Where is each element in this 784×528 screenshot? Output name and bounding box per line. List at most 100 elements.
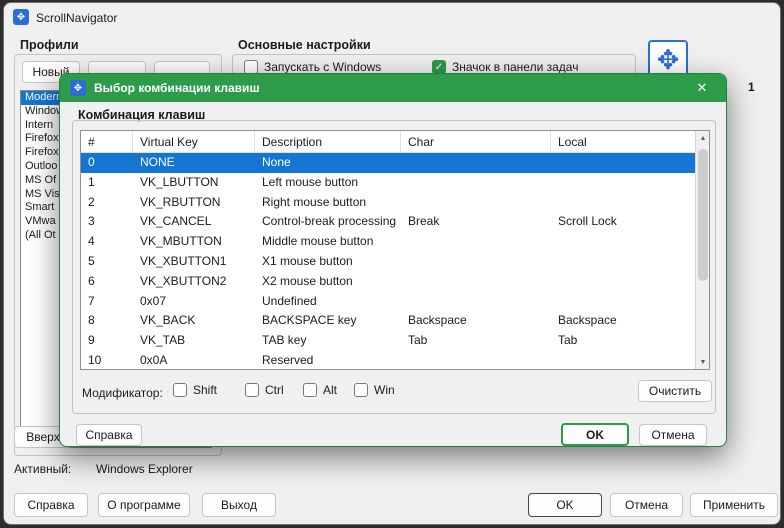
table-row[interactable]: 10 0x0A Reserved [81, 351, 697, 369]
checkbox-box: ✓ [432, 60, 446, 74]
cell: Undefined [262, 293, 317, 308]
exit-button[interactable]: Выход [202, 493, 276, 517]
checkbox-label: Значок в панели задач [452, 60, 579, 74]
scrollbar-thumb[interactable] [698, 149, 708, 281]
move-arrows-icon: ✥ [656, 44, 680, 75]
about-button[interactable]: О программе [98, 493, 190, 517]
cell: 9 [88, 333, 95, 348]
window-title: ScrollNavigator [36, 11, 118, 25]
cell: Control-break processing [262, 214, 397, 229]
screen: ✥ ScrollNavigator Профили Новый Modern W… [0, 0, 784, 528]
app-icon-glyph: ✥ [16, 11, 26, 23]
checkbox-box [245, 383, 259, 397]
cell: VK_RBUTTON [140, 194, 221, 209]
settings-group-label: Основные настройки [238, 38, 371, 52]
cell: TAB key [262, 333, 307, 348]
cell: VK_XBUTTON1 [140, 253, 227, 268]
checkbox-label: Ctrl [265, 383, 284, 397]
column-header[interactable]: Char [401, 131, 551, 153]
table-row[interactable]: 4 VK_MBUTTON Middle mouse button [81, 232, 697, 252]
modifier-win-checkbox[interactable]: Win [354, 383, 395, 397]
active-value: Windows Explorer [96, 462, 193, 476]
cell: BACKSPACE key [262, 313, 357, 328]
cell: Break [408, 214, 440, 229]
ok-button[interactable]: OK [528, 493, 602, 517]
checkbox-box [354, 383, 368, 397]
column-header[interactable]: Description [255, 131, 401, 153]
checkbox-box [303, 383, 317, 397]
cell: VK_LBUTTON [140, 174, 219, 189]
checkbox-label: Alt [323, 383, 338, 397]
checkbox-label: Shift [193, 383, 218, 397]
cell: 1 [88, 174, 95, 189]
apply-button[interactable]: Применить [690, 493, 778, 517]
run-with-windows-checkbox[interactable]: Запускать с Windows [244, 60, 381, 74]
cell: None [262, 155, 291, 169]
table-row[interactable]: 8 VK_BACK BACKSPACE key Backspace Backsp… [81, 311, 697, 331]
table-row[interactable]: 6 VK_XBUTTON2 X2 mouse button [81, 272, 697, 292]
dialog-cancel-button[interactable]: Отмена [639, 424, 707, 446]
cell: 7 [88, 293, 95, 308]
column-header[interactable]: # [81, 131, 133, 153]
cell: 3 [88, 214, 95, 229]
cell: Middle mouse button [262, 234, 374, 249]
dialog-icon: ✥ [70, 80, 86, 96]
cell: 0 [88, 155, 95, 169]
cell: 8 [88, 313, 95, 328]
checkbox-box [244, 60, 258, 74]
cancel-button[interactable]: Отмена [610, 493, 683, 517]
checkbox-label: Win [374, 383, 395, 397]
cell: 0x07 [140, 293, 167, 308]
table-row[interactable]: 9 VK_TAB TAB key Tab Tab [81, 331, 697, 351]
cell: VK_CANCEL [140, 214, 212, 229]
dialog-title: Выбор комбинации клавиш [94, 81, 260, 95]
dialog-ok-button[interactable]: OK [561, 423, 629, 446]
help-button[interactable]: Справка [14, 493, 88, 517]
dialog-titlebar[interactable]: ✥ Выбор комбинации клавиш ✕ [60, 74, 726, 102]
table-row[interactable]: 2 VK_RBUTTON Right mouse button [81, 193, 697, 213]
cell: Left mouse button [262, 174, 359, 189]
cell: VK_BACK [140, 313, 196, 328]
cell: Scroll Lock [558, 214, 617, 229]
dialog-help-button[interactable]: Справка [76, 424, 142, 446]
table-header-row: # Virtual Key Description Char Local [81, 131, 697, 153]
cell: 2 [88, 194, 95, 209]
modifier-ctrl-checkbox[interactable]: Ctrl [245, 383, 284, 397]
table-row[interactable]: 0 NONE None [81, 153, 697, 173]
modifier-alt-checkbox[interactable]: Alt [303, 383, 337, 397]
scroll-up-icon[interactable]: ▲ [696, 131, 709, 145]
cell: VK_TAB [140, 333, 186, 348]
checkbox-label: Запускать с Windows [264, 60, 382, 74]
cell: Backspace [408, 313, 467, 328]
cell: VK_XBUTTON2 [140, 273, 227, 288]
active-label: Активный: [14, 462, 72, 476]
modifier-shift-checkbox[interactable]: Shift [173, 383, 217, 397]
cell: 4 [88, 234, 95, 249]
virtual-key-table[interactable]: # Virtual Key Description Char Local 0 N… [80, 130, 710, 370]
cell: X1 mouse button [262, 253, 353, 268]
key-combination-dialog: ✥ Выбор комбинации клавиш ✕ Комбинация к… [59, 73, 727, 447]
checkbox-box [173, 383, 187, 397]
cell: NONE [140, 155, 175, 169]
table-row[interactable]: 1 VK_LBUTTON Left mouse button [81, 173, 697, 193]
cell: 6 [88, 273, 95, 288]
cell: VK_MBUTTON [140, 234, 222, 249]
taskbar-icon-checkbox[interactable]: ✓ Значок в панели задач [432, 60, 578, 74]
table-row[interactable]: 5 VK_XBUTTON1 X1 mouse button [81, 252, 697, 272]
cell: 5 [88, 253, 95, 268]
cell: Right mouse button [262, 194, 367, 209]
table-row[interactable]: 3 VK_CANCEL Control-break processing Bre… [81, 212, 697, 232]
cell: X2 mouse button [262, 273, 353, 288]
column-header[interactable]: Virtual Key [133, 131, 255, 153]
scroll-down-icon[interactable]: ▼ [696, 355, 709, 369]
cell: Backspace [558, 313, 617, 328]
app-icon: ✥ [13, 9, 29, 25]
clear-button[interactable]: Очистить [638, 380, 712, 402]
table-scrollbar[interactable]: ▲ ▼ [695, 131, 709, 369]
close-icon[interactable]: ✕ [688, 78, 716, 98]
column-header[interactable]: Local [551, 131, 697, 153]
check-icon: ✓ [434, 61, 444, 73]
table-row[interactable]: 7 0x07 Undefined [81, 292, 697, 312]
cell: 10 [88, 352, 102, 367]
cell: 0x0A [140, 352, 168, 367]
